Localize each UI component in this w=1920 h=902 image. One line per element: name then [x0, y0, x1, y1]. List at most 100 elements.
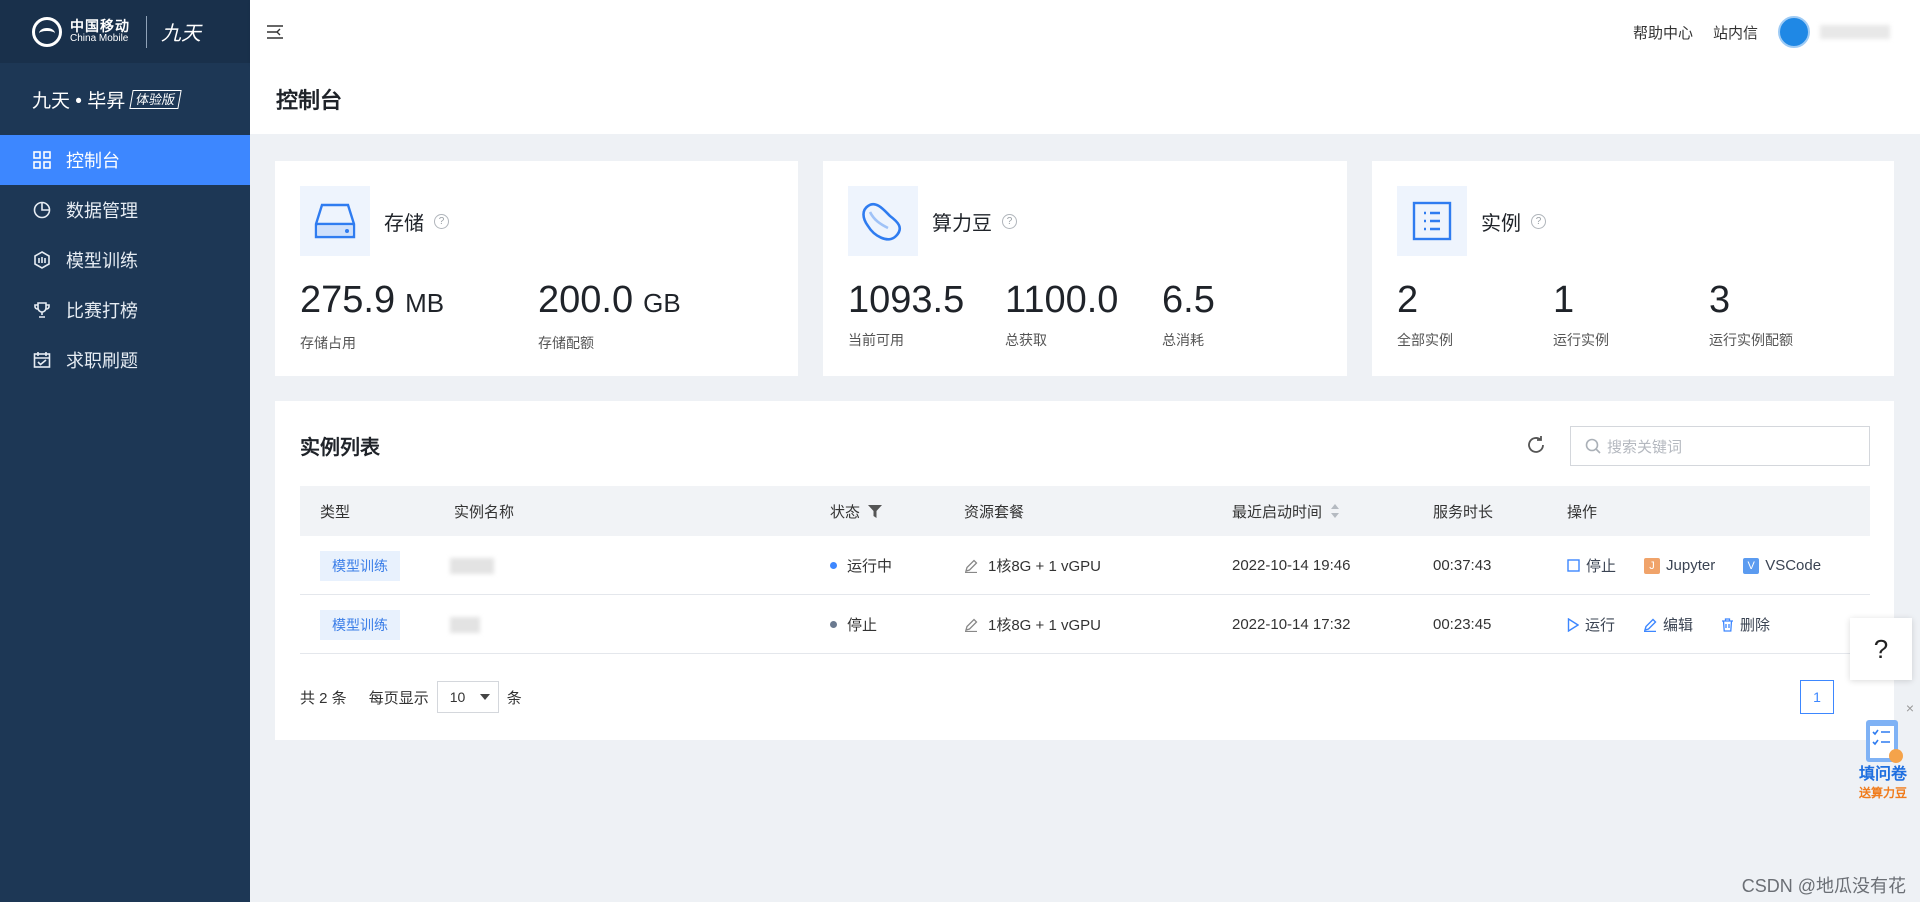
search-placeholder: 搜索关键词 — [1607, 438, 1683, 456]
total-count: 共 2 条 — [300, 689, 347, 707]
stop-square-icon — [1567, 559, 1580, 572]
vscode-icon: V — [1743, 557, 1760, 574]
sidebar-item-competition[interactable]: 比赛打榜 — [0, 285, 250, 335]
sidebar-item-data[interactable]: 数据管理 — [0, 185, 250, 235]
brand: 九天 • 毕昇 体验版 — [0, 63, 250, 135]
edit-pencil-icon[interactable] — [964, 559, 978, 573]
instance-name-blurred[interactable] — [450, 616, 480, 633]
instances-quota-stat: 3 运行实例配额 — [1709, 278, 1793, 350]
column-start-time[interactable]: 最近启动时间 — [1232, 486, 1340, 536]
beans-title: 算力豆 — [932, 212, 992, 235]
list-icon — [1397, 186, 1467, 256]
stop-button[interactable]: 停止 — [1567, 555, 1616, 576]
caret-down-icon — [479, 694, 490, 700]
sidebar-item-console[interactable]: 控制台 — [0, 135, 250, 185]
sidebar-item-practice[interactable]: 求职刷题 — [0, 335, 250, 385]
instance-name-blurred[interactable] — [450, 557, 494, 574]
messages-link[interactable]: 站内信 — [1713, 22, 1758, 43]
vscode-button[interactable]: V VSCode — [1743, 557, 1821, 574]
logo-cn-text: 中国移动 — [70, 17, 130, 34]
help-circle-icon[interactable]: ? — [1002, 213, 1017, 229]
instances-all-value: 2 — [1397, 279, 1419, 321]
resource-text: 1核8G + 1 vGPU — [988, 617, 1101, 634]
column-type: 类型 — [320, 503, 351, 521]
help-center-link[interactable]: 帮助中心 — [1633, 22, 1693, 43]
type-tag: 模型训练 — [320, 550, 400, 581]
beans-card: 算力豆 ? 1093.5 当前可用 1100.0 总获取 6.5 总消耗 — [823, 161, 1347, 376]
table-row: 模型训练 停止 1核8G + 1 vGPU 2022-10-14 17:32 0… — [300, 595, 1870, 654]
menu-collapse-icon[interactable] — [264, 21, 286, 43]
type-tag: 模型训练 — [320, 609, 400, 640]
instances-quota-label: 运行实例配额 — [1709, 332, 1793, 348]
play-icon — [1567, 617, 1579, 632]
storage-used-unit: MB — [405, 288, 445, 318]
hexagon-cube-icon — [32, 250, 52, 270]
start-time: 2022-10-14 19:46 — [1232, 557, 1351, 574]
storage-title: 存储 — [384, 212, 424, 235]
help-circle-icon[interactable]: ? — [1531, 213, 1546, 229]
status-text: 运行中 — [847, 558, 893, 575]
floating-help-button[interactable]: ? — [1850, 618, 1912, 680]
survey-widget[interactable]: × 填问卷 送算力豆 — [1850, 700, 1916, 810]
table-header: 类型 实例名称 状态 资源套餐 最近启动时间 服务时长 操作 — [300, 486, 1870, 536]
beans-available-value: 1093.5 — [848, 279, 965, 321]
sidebar-item-training[interactable]: 模型训练 — [0, 235, 250, 285]
storage-card: 存储 ? 275.9 MB 存储占用 200.0 GB 存储配额 — [275, 161, 798, 376]
status-dot — [830, 562, 837, 569]
instances-running-label: 运行实例 — [1553, 332, 1609, 348]
beans-earned-label: 总获取 — [1005, 332, 1047, 348]
close-icon[interactable]: × — [1906, 700, 1914, 716]
page-size-select[interactable]: 10 — [436, 681, 499, 713]
beans-spent-value: 6.5 — [1162, 279, 1215, 321]
edit-button[interactable]: 编辑 — [1643, 614, 1693, 635]
trash-icon — [1721, 617, 1734, 632]
instances-all-stat: 2 全部实例 — [1397, 278, 1553, 350]
logo[interactable]: 中国移动 China Mobile 九天 — [0, 0, 250, 63]
help-circle-icon[interactable]: ? — [434, 213, 449, 229]
duration: 00:37:43 — [1433, 557, 1492, 574]
filter-icon[interactable] — [868, 504, 883, 518]
logo-en-text: China Mobile — [70, 32, 129, 44]
status-dot — [830, 621, 837, 628]
resource-text: 1核8G + 1 vGPU — [988, 558, 1101, 575]
avatar[interactable] — [1778, 16, 1810, 48]
edit-pencil-icon[interactable] — [964, 618, 978, 632]
page-title: 控制台 — [276, 88, 343, 113]
storage-quota-value: 200.0 — [538, 279, 634, 321]
edit-icon — [1643, 618, 1657, 632]
jupyter-button[interactable]: J Jupyter — [1644, 557, 1715, 574]
refresh-icon[interactable] — [1525, 434, 1547, 456]
page-1-button[interactable]: 1 — [1800, 680, 1834, 714]
instances-running-stat: 1 运行实例 — [1553, 278, 1709, 350]
start-time: 2022-10-14 17:32 — [1232, 616, 1351, 633]
logo-divider — [146, 15, 147, 48]
sort-icon[interactable] — [1330, 503, 1340, 519]
bean-icon — [848, 186, 918, 256]
trophy-icon — [32, 300, 52, 320]
logo-script: 九天 — [161, 21, 201, 45]
search-input[interactable]: 搜索关键词 — [1570, 426, 1870, 466]
beans-earned-value: 1100.0 — [1005, 279, 1119, 321]
sidebar: 中国移动 China Mobile 九天 九天 • 毕昇 体验版 控制台 数据管… — [0, 0, 250, 902]
column-status[interactable]: 状态 — [830, 486, 883, 536]
instance-list-title: 实例列表 — [300, 437, 380, 459]
pagination-info: 共 2 条 每页显示 10 条 — [300, 681, 522, 713]
storage-used-value: 275.9 — [300, 279, 396, 321]
storage-quota-unit: GB — [643, 288, 681, 318]
instances-all-label: 全部实例 — [1397, 332, 1453, 348]
delete-button[interactable]: 删除 — [1721, 614, 1770, 635]
table-row: 模型训练 运行中 1核8G + 1 vGPU 2022-10-14 19:46 … — [300, 536, 1870, 595]
sidebar-item-label: 控制台 — [66, 151, 120, 171]
brand-tag: 体验版 — [129, 89, 182, 109]
run-button[interactable]: 运行 — [1567, 614, 1615, 635]
calendar-check-icon — [32, 350, 52, 370]
instances-quota-value: 3 — [1709, 279, 1731, 321]
sidebar-item-label: 比赛打榜 — [66, 301, 138, 321]
user-name-blurred[interactable] — [1820, 25, 1890, 39]
storage-quota-stat: 200.0 GB 存储配额 — [538, 278, 681, 353]
top-header: 帮助中心 站内信 — [250, 0, 1920, 64]
beans-spent-stat: 6.5 总消耗 — [1162, 278, 1215, 350]
beans-available-label: 当前可用 — [848, 332, 904, 348]
sidebar-item-label: 求职刷题 — [66, 351, 138, 371]
sidebar-item-label: 数据管理 — [66, 201, 138, 221]
